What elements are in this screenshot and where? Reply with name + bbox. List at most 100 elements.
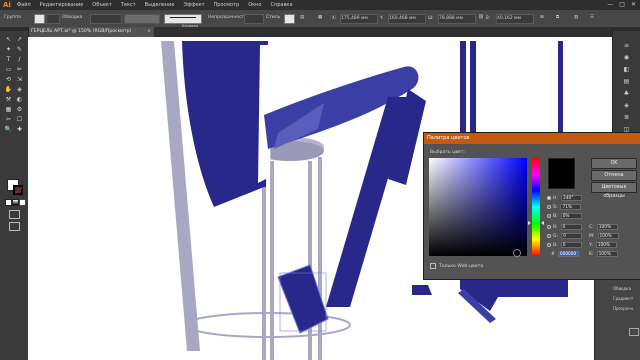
color-swatches-button[interactable]: Цветовые образцы xyxy=(591,182,637,199)
brightness-radio[interactable] xyxy=(547,214,551,218)
web-colors-checkbox[interactable] xyxy=(430,263,436,269)
panel-label-1[interactable]: Обводка xyxy=(613,286,631,291)
saturation-radio[interactable] xyxy=(547,205,551,209)
align-icon[interactable]: ▤ xyxy=(300,14,308,22)
cancel-button[interactable]: Отмена xyxy=(591,170,637,181)
zoom-tool-icon[interactable]: 🔍 xyxy=(4,125,13,134)
x-field[interactable]: 175,489 мм xyxy=(340,14,378,24)
shape-builder-tool-icon[interactable]: ◈ xyxy=(15,85,24,94)
color-panel-icon[interactable]: ≡ xyxy=(620,41,633,50)
y-field[interactable]: 160,468 мм xyxy=(388,14,426,24)
panel-widget-icon[interactable] xyxy=(629,328,639,336)
blue-radio[interactable] xyxy=(547,243,551,247)
mesh-tool-icon[interactable]: ◐ xyxy=(15,95,24,104)
isolate-icon[interactable]: ⧉ xyxy=(556,14,559,22)
transform-panel-icon[interactable]: ⊞ xyxy=(540,14,544,22)
menu-effect[interactable]: Эффект xyxy=(183,2,204,8)
opacity-field[interactable] xyxy=(244,14,264,24)
stroke-weight-field[interactable] xyxy=(90,14,122,24)
opacity-label[interactable]: Непрозрачность xyxy=(208,14,247,22)
screen-mode-icon[interactable] xyxy=(9,222,20,231)
black-input[interactable]: 100% xyxy=(596,251,618,257)
menu-type[interactable]: Текст xyxy=(121,2,136,8)
document-tab[interactable]: ГЕРЦЕЛЬ АРТ.ai* @ 150% (RGB/Просмотр) × xyxy=(28,27,154,37)
scale-tool-icon[interactable]: ⇲ xyxy=(15,75,24,84)
layers-icon[interactable]: ≣ xyxy=(620,113,633,122)
minimize-icon[interactable]: — xyxy=(607,1,613,8)
selection-tool-icon[interactable]: ↖ xyxy=(4,35,13,44)
blue-input[interactable]: 0 xyxy=(560,242,582,248)
hue-input[interactable]: 240° xyxy=(561,195,583,201)
graphic-styles-icon[interactable]: ◈ xyxy=(620,101,633,110)
menu-view[interactable]: Просмотр xyxy=(214,2,240,8)
fill-dropdown[interactable] xyxy=(46,14,60,24)
brushes-icon[interactable]: ▤ xyxy=(620,77,633,86)
menu-select[interactable]: Выделение xyxy=(145,2,175,8)
web-colors-label: Только Web-цвета xyxy=(439,263,484,269)
perspective-tool-icon[interactable]: ⚒ xyxy=(4,95,13,104)
color-mode-icon[interactable] xyxy=(5,199,12,206)
arrange-icon[interactable]: ▥ xyxy=(574,14,578,22)
color-guide-icon[interactable]: ◉ xyxy=(620,53,633,62)
eyedropper-tool-icon[interactable]: ⚙ xyxy=(15,105,24,114)
hue-slider[interactable] xyxy=(532,158,540,256)
hex-input[interactable]: 000000 xyxy=(557,251,579,257)
menu-window[interactable]: Окно xyxy=(248,2,261,8)
close-icon[interactable]: ✕ xyxy=(631,1,636,8)
direct-selection-tool-icon[interactable]: ↗ xyxy=(15,35,24,44)
gradient-mode-icon[interactable] xyxy=(12,199,19,206)
panel-label-2[interactable]: Градиент xyxy=(613,296,633,301)
draw-mode-icon[interactable] xyxy=(9,210,20,219)
ok-button[interactable]: OK xyxy=(591,158,637,169)
type-tool-icon[interactable]: T xyxy=(4,55,13,64)
saturation-brightness-field[interactable] xyxy=(429,158,527,257)
height-field[interactable]: 40,162 мм xyxy=(496,14,534,24)
hue-slider-arrow-right-icon[interactable] xyxy=(541,221,544,226)
red-radio[interactable] xyxy=(547,225,551,229)
magenta-input[interactable]: 100% xyxy=(597,233,619,239)
link-icon[interactable]: ⛓ xyxy=(478,14,484,22)
hue-slider-arrow-left-icon[interactable] xyxy=(528,221,531,226)
width-tool-icon[interactable]: ✋ xyxy=(4,85,13,94)
menu-object[interactable]: Объект xyxy=(92,2,112,8)
green-radio[interactable] xyxy=(547,234,551,238)
gradient-tool-icon[interactable]: ▦ xyxy=(4,105,13,114)
dialog-title[interactable]: Палитра цветов xyxy=(424,133,640,144)
magic-wand-tool-icon[interactable]: ✦ xyxy=(4,45,13,54)
panel-label-3[interactable]: Прозрачн. xyxy=(613,306,634,311)
artboard-tool-icon[interactable]: ☐ xyxy=(15,115,24,124)
yellow-input[interactable]: 100% xyxy=(595,242,617,248)
none-mode-icon[interactable] xyxy=(19,199,26,206)
line-tool-icon[interactable]: / xyxy=(15,55,24,64)
tools-panel-header[interactable] xyxy=(0,27,28,31)
dock-header[interactable] xyxy=(613,27,640,31)
maximize-icon[interactable]: □ xyxy=(619,1,625,8)
pen-tool-icon[interactable]: ✎ xyxy=(15,45,24,54)
color-picker-cursor-icon[interactable] xyxy=(513,249,521,257)
rectangle-tool-icon[interactable]: ▭ xyxy=(4,65,13,74)
scissors-tool-icon[interactable]: ✂ xyxy=(4,115,13,124)
rotate-tool-icon[interactable]: ⟲ xyxy=(4,75,13,84)
pencil-tool-icon[interactable]: ✏ xyxy=(15,65,24,74)
graphic-style-swatch[interactable] xyxy=(284,14,295,24)
menu-file[interactable]: Файл xyxy=(17,2,31,8)
transform-icon[interactable]: ▦ xyxy=(318,14,326,22)
fill-swatch[interactable] xyxy=(34,14,45,24)
green-input[interactable]: 0 xyxy=(561,233,583,239)
hand-tool-icon[interactable]: ✚ xyxy=(15,125,24,134)
symbols-icon[interactable]: ♣ xyxy=(620,89,633,98)
variable-width-profile[interactable] xyxy=(124,14,160,24)
saturation-input[interactable]: 71% xyxy=(560,204,582,210)
swatches-icon[interactable]: ◧ xyxy=(620,65,633,74)
stroke-color-swatch[interactable] xyxy=(13,185,23,195)
close-tab-icon[interactable]: × xyxy=(147,27,151,37)
menu-edit[interactable]: Редактирование xyxy=(40,2,84,8)
document-title: ГЕРЦЕЛЬ АРТ.ai* @ 150% (RGB/Просмотр) xyxy=(31,29,132,34)
width-field[interactable]: 78,888 мм xyxy=(438,14,476,24)
brightness-input[interactable]: 0% xyxy=(560,213,582,219)
red-input[interactable]: 0 xyxy=(560,224,582,230)
hue-radio[interactable] xyxy=(547,196,551,200)
cyan-input[interactable]: 100% xyxy=(596,224,618,230)
menu-icon[interactable]: ☰ xyxy=(590,14,594,22)
menu-help[interactable]: Справка xyxy=(270,2,292,8)
